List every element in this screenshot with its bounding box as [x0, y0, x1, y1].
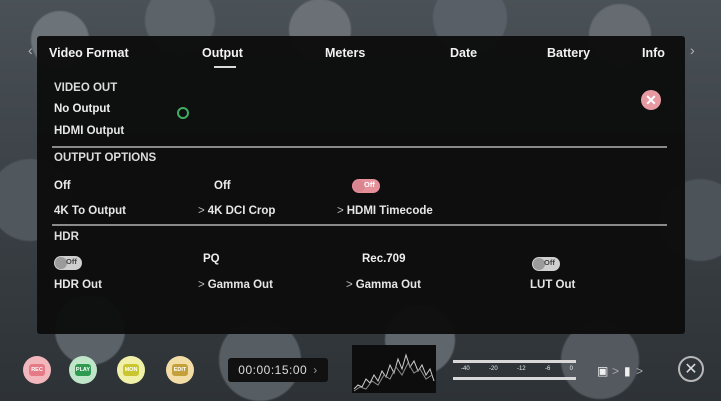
- meter-bar-bottom: [453, 377, 576, 380]
- divider: [52, 146, 667, 148]
- monitor-icon: MON: [123, 364, 139, 376]
- record-button[interactable]: REC: [23, 356, 51, 384]
- gamma-out-button-1[interactable]: > Gamma Out: [198, 279, 273, 291]
- meter-tick: -12: [516, 366, 526, 372]
- meter-tick: -20: [488, 366, 498, 372]
- play-button[interactable]: PLAY: [69, 356, 97, 384]
- chevron-right-icon: >: [198, 279, 205, 291]
- gamma-out-value-2: Rec.709: [362, 253, 406, 265]
- chevron-right-icon: >: [198, 205, 205, 217]
- gamma-out-button-2[interactable]: > Gamma Out: [346, 279, 421, 291]
- lut-out-label[interactable]: LUT Out: [530, 279, 575, 291]
- toggle-state: Off: [66, 257, 77, 266]
- tab-bar: Video Format Output Meters Date Battery …: [37, 36, 685, 70]
- meter-tick: -6: [544, 366, 551, 372]
- divider: [52, 224, 667, 226]
- 4k-to-output-button[interactable]: 4K To Output: [54, 205, 126, 217]
- 4k-dci-crop-label: 4K DCI Crop: [207, 205, 276, 217]
- tabs-left-arrow[interactable]: ‹: [28, 42, 33, 58]
- folder-icon[interactable]: ▣: [597, 364, 608, 378]
- chevron-right-icon: >: [346, 279, 353, 291]
- meter-tick: -40: [461, 366, 470, 372]
- close-icon[interactable]: ✕: [678, 356, 704, 382]
- audio-meter[interactable]: -40 -20 -12 -6 0: [453, 356, 576, 384]
- hdr-out-label[interactable]: HDR Out: [54, 279, 102, 291]
- gamma-out-value-1: PQ: [203, 253, 220, 265]
- close-icon[interactable]: ✕: [641, 90, 661, 110]
- edit-button[interactable]: EDIT: [166, 356, 194, 384]
- 4k-dci-crop-value: Off: [214, 180, 231, 192]
- tab-video-format[interactable]: Video Format: [49, 46, 129, 60]
- waveform-monitor[interactable]: [352, 345, 436, 393]
- gamma-out-label-2: Gamma Out: [355, 279, 421, 291]
- chevron-right-icon: ›: [313, 363, 318, 377]
- 4k-dci-crop-button[interactable]: >4K DCI Crop: [198, 205, 275, 217]
- toggle-state: Off: [364, 180, 375, 189]
- output-options-heading: OUTPUT OPTIONS: [54, 152, 157, 164]
- meter-scale: -40 -20 -12 -6 0: [461, 366, 573, 372]
- play-icon[interactable]: ▮: [624, 364, 631, 378]
- meter-tick: 0: [569, 366, 573, 372]
- hdr-heading: HDR: [54, 231, 79, 243]
- edit-icon: EDIT: [172, 364, 188, 376]
- tab-output[interactable]: Output: [202, 46, 243, 60]
- tabs-right-arrow[interactable]: ›: [690, 42, 695, 58]
- tab-battery[interactable]: Battery: [547, 46, 590, 60]
- hdmi-timecode-button[interactable]: > HDMI Timecode: [337, 205, 433, 217]
- tab-date[interactable]: Date: [450, 46, 477, 60]
- chevron-right-icon: >: [612, 364, 620, 378]
- hdr-out-toggle[interactable]: Off: [54, 256, 82, 270]
- toggle-state: Off: [544, 258, 555, 267]
- video-out-name[interactable]: HDMI Output: [54, 125, 124, 137]
- active-tab-indicator: [214, 66, 236, 68]
- monitor-button[interactable]: MON: [117, 356, 145, 384]
- video-out-status: No Output: [54, 103, 111, 115]
- output-status-icon: [177, 107, 189, 119]
- 4k-to-output-value: Off: [54, 180, 71, 192]
- chevron-right-icon: >: [337, 205, 344, 217]
- settings-panel: Video Format Output Meters Date Battery …: [37, 36, 685, 334]
- hdmi-timecode-label: HDMI Timecode: [346, 205, 433, 217]
- timecode-value: 00:00:15:00: [238, 363, 308, 377]
- timecode-display[interactable]: 00:00:15:00 ›: [228, 358, 328, 382]
- tab-meters[interactable]: Meters: [325, 46, 365, 60]
- meter-bar-top: [453, 360, 576, 363]
- chevron-right-icon: >: [636, 364, 644, 378]
- play-icon: PLAY: [75, 364, 91, 376]
- tab-info[interactable]: Info: [642, 46, 665, 60]
- record-icon: REC: [29, 364, 45, 376]
- lut-out-toggle[interactable]: Off: [532, 257, 560, 271]
- gamma-out-label-1: Gamma Out: [207, 279, 273, 291]
- hdmi-timecode-toggle[interactable]: Off: [352, 179, 380, 193]
- waveform-graph: [353, 353, 435, 392]
- video-out-heading: VIDEO OUT: [54, 82, 118, 94]
